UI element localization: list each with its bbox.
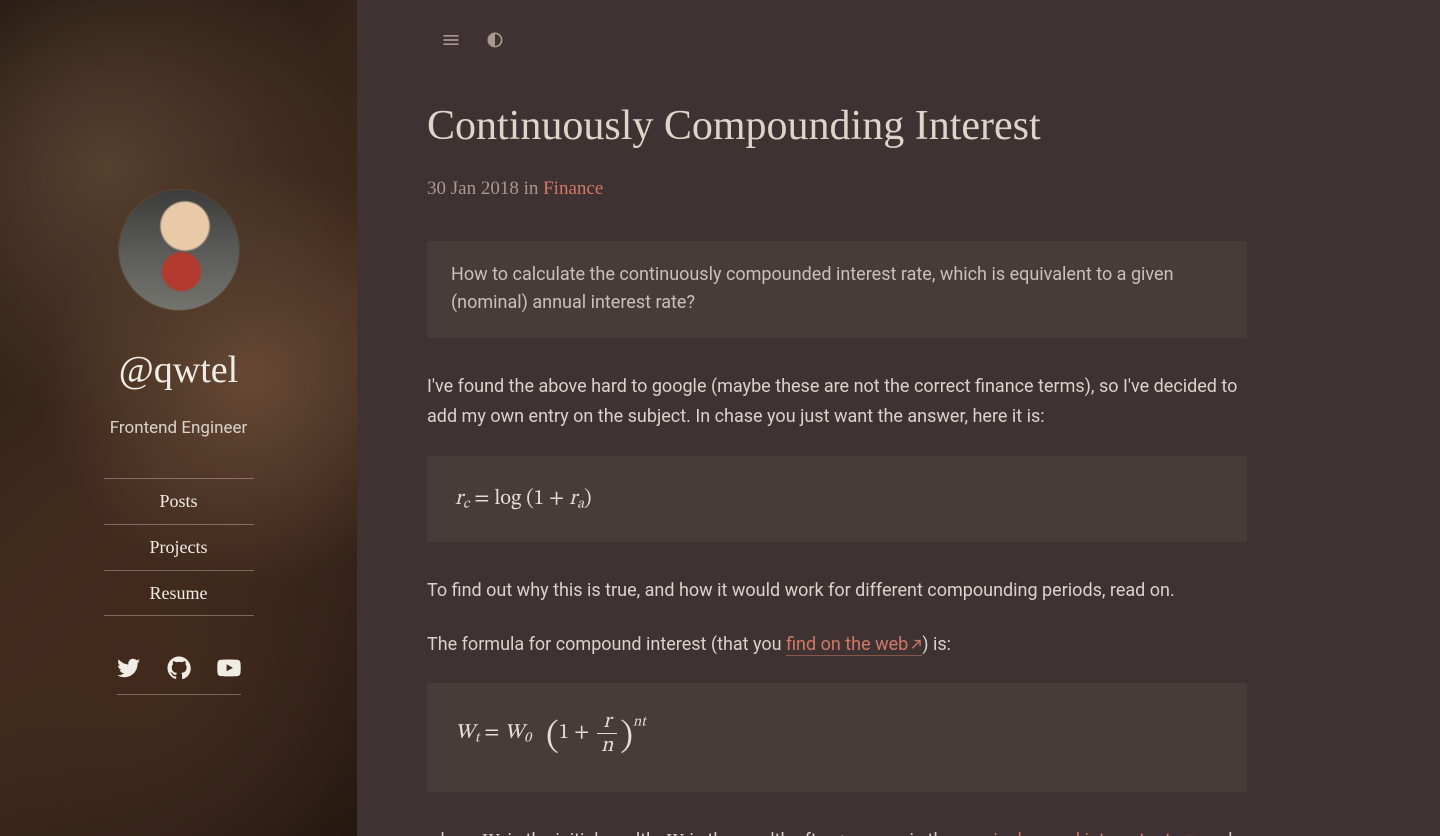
post-title: Continuously Compounding Interest (427, 93, 1370, 160)
post-date: 30 Jan 2018 (427, 178, 519, 199)
f2-sub-t: t (475, 732, 480, 746)
f1-rhs-sub: a (577, 497, 584, 511)
youtube-icon[interactable] (217, 656, 241, 680)
f2-eq: = (484, 722, 504, 743)
theme-toggle-button[interactable] (485, 30, 505, 53)
f2-rparen: ) (620, 720, 633, 755)
twitter-icon[interactable] (117, 656, 141, 680)
profile-tagline: Frontend Engineer (110, 415, 248, 442)
f2-fraction: rn (594, 710, 620, 757)
p4-c: is the wealth after (685, 830, 837, 836)
menu-button[interactable] (441, 30, 461, 53)
social-links (117, 656, 241, 695)
link-find-on-web[interactable]: find on the web (786, 634, 922, 656)
external-link-icon (1183, 826, 1194, 836)
profile-handle[interactable]: @qwtel (119, 340, 238, 401)
github-icon[interactable] (167, 656, 191, 680)
p4-b: is the initial wealth, (503, 830, 664, 836)
p4-f: , and (1194, 830, 1232, 836)
f1-lhs-var: r (455, 488, 463, 509)
f1-open: (1 + (526, 488, 569, 509)
meta-in: in (519, 178, 543, 199)
f2-exponent: nt (633, 716, 646, 730)
external-link-icon (911, 630, 922, 641)
leading-callout: How to calculate the continuously compou… (427, 241, 1247, 339)
avatar[interactable] (119, 190, 239, 310)
p4-d: years, (843, 830, 899, 836)
f2-W-right: W (504, 722, 524, 743)
f1-eq: = (474, 488, 494, 509)
p3-a: The formula for compound interest (that … (427, 634, 786, 655)
f2-W-left: W (455, 722, 475, 743)
formula-rc-equals-log: rc = log (1 + ra) (427, 456, 1247, 542)
sidebar: @qwtel Frontend Engineer Posts Projects … (0, 0, 357, 836)
f2-frac-num: r (597, 710, 617, 734)
paragraph-readon: To find out why this is true, and how it… (427, 576, 1247, 606)
f2-sub-0: 0 (524, 732, 531, 746)
contrast-icon (485, 30, 505, 53)
topbar (441, 30, 1370, 53)
paragraph-intro: I've found the above hard to google (may… (427, 372, 1247, 431)
p4-e: is the (905, 830, 957, 836)
f1-lhs-sub: c (463, 497, 469, 511)
f2-frac-den: n (597, 734, 617, 757)
formula-compound-interest: Wt = W0 (1 + rn)nt (427, 683, 1247, 792)
paragraph-compound-formula-intro: The formula for compound interest (that … (427, 630, 1247, 660)
p3-b: ) is: (922, 634, 951, 655)
paragraph-where: where W0 is the initial wealth, Wt is th… (427, 826, 1247, 836)
f1-rhs-var: r (569, 488, 577, 509)
sidebar-nav: Posts Projects Resume (104, 478, 254, 616)
nav-resume[interactable]: Resume (104, 571, 254, 616)
p4-link-text: nominal annual interest rate (957, 830, 1180, 836)
nav-projects[interactable]: Projects (104, 525, 254, 570)
f2-one-plus: 1 + (559, 722, 594, 743)
main-content: Continuously Compounding Interest 30 Jan… (357, 0, 1440, 836)
hamburger-icon (441, 30, 461, 53)
f1-log: log (494, 488, 521, 509)
p3-link-text: find on the web (786, 634, 908, 655)
nav-posts[interactable]: Posts (104, 479, 254, 524)
link-nominal-rate[interactable]: nominal annual interest rate (957, 830, 1194, 836)
p4-a: where (427, 830, 480, 836)
post-category-link[interactable]: Finance (543, 178, 603, 199)
f2-lparen: ( (546, 720, 559, 755)
f1-close: ) (584, 488, 592, 509)
post-meta: 30 Jan 2018 in Finance (427, 174, 1370, 204)
